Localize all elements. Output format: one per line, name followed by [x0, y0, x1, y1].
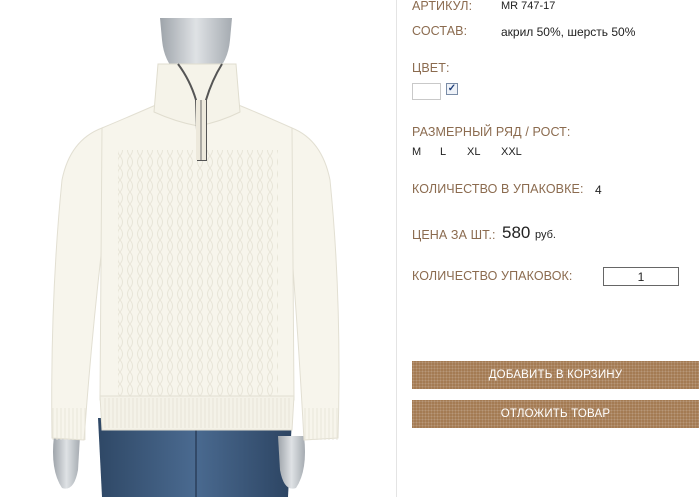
pack-qty-label: КОЛИЧЕСТВО В УПАКОВКЕ:	[412, 182, 584, 196]
postpone-button[interactable]: ОТЛОЖИТЬ ТОВАР	[412, 400, 699, 428]
pack-qty-value: 4	[595, 183, 602, 197]
size-option: XXL	[501, 146, 522, 158]
color-checkbox[interactable]: ✓	[446, 83, 458, 95]
size-option: L	[440, 146, 447, 158]
product-photo	[0, 0, 396, 497]
article-label: АРТИКУЛ:	[412, 0, 473, 13]
article-value: MR 747-17	[501, 0, 556, 12]
add-to-cart-button[interactable]: ДОБАВИТЬ В КОРЗИНУ	[412, 361, 699, 389]
sizes-label: РАЗМЕРНЫЙ РЯД / РОСТ:	[412, 125, 571, 139]
price-currency: руб.	[535, 229, 556, 241]
price-value: 580	[502, 223, 531, 242]
size-option: M	[412, 146, 422, 158]
color-label: ЦВЕТ:	[412, 61, 450, 75]
price-label: ЦЕНА ЗА ШТ.:	[412, 228, 496, 242]
packs-label: КОЛИЧЕСТВО УПАКОВОК:	[412, 269, 573, 283]
column-divider	[396, 0, 397, 497]
color-swatch[interactable]	[412, 83, 441, 100]
sweater-image	[50, 18, 340, 497]
checkmark-icon: ✓	[447, 83, 457, 94]
composition-value: акрил 50%, шерсть 50%	[501, 25, 636, 39]
packs-quantity-input[interactable]	[603, 267, 679, 286]
size-option: XL	[467, 146, 481, 158]
composition-label: СОСТАВ:	[412, 24, 468, 38]
